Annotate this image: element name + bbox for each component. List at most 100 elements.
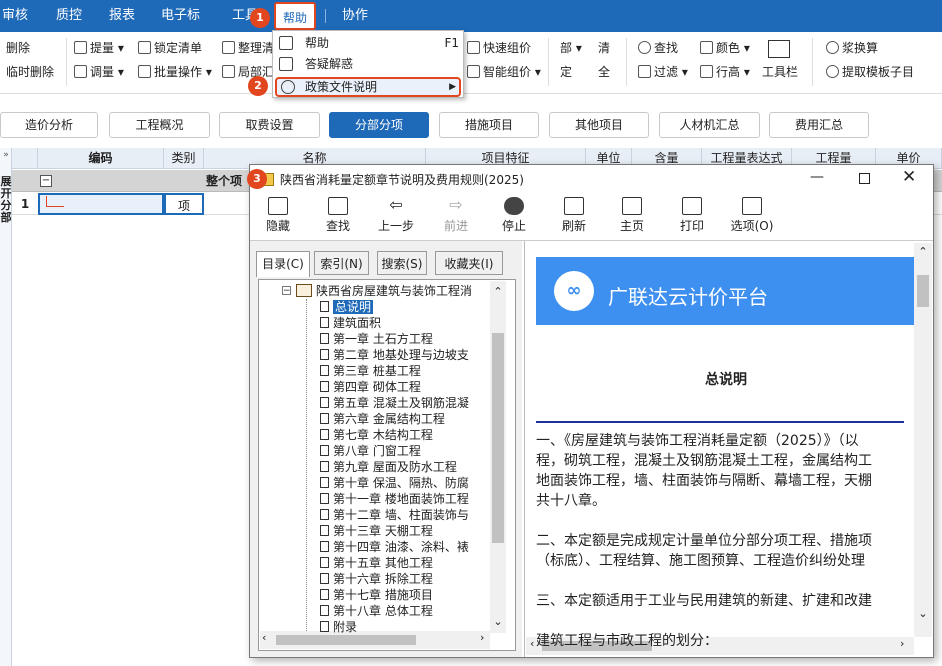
tab-project-overview[interactable]: 工程概况 bbox=[109, 112, 210, 138]
menu-dianzibiao[interactable]: 电子标 bbox=[161, 0, 200, 32]
tree-item[interactable]: 第十五章 其他工程 bbox=[320, 555, 433, 571]
tree-item[interactable]: 附录 bbox=[320, 619, 357, 635]
minimize-button[interactable]: — bbox=[810, 169, 824, 185]
options-button[interactable]: 选项(O) bbox=[724, 195, 780, 241]
tab-index[interactable]: 索引(N) bbox=[314, 251, 369, 275]
tab-items[interactable]: 分部分项 bbox=[329, 112, 429, 138]
close-button[interactable]: ✕ bbox=[902, 167, 916, 187]
expand-toggle-icon[interactable]: − bbox=[40, 175, 52, 187]
tab-other-items[interactable]: 其他项目 bbox=[549, 112, 649, 138]
refresh-button[interactable]: 刷新 bbox=[554, 195, 594, 241]
quick-price-button[interactable]: 快速组价 bbox=[467, 38, 531, 58]
type-cell[interactable]: 项 bbox=[164, 193, 204, 215]
tab-fee-summary[interactable]: 费用汇总 bbox=[769, 112, 869, 138]
local-summary-button[interactable]: 局部汇 bbox=[222, 62, 274, 82]
jiang-convert-button[interactable]: 浆换算 bbox=[826, 38, 878, 58]
tab-cost-analysis[interactable]: 造价分析 bbox=[0, 112, 98, 138]
smart-price-button[interactable]: 智能组价 ▾ bbox=[467, 62, 541, 82]
content-scroll-down-icon[interactable]: ⌄ bbox=[914, 607, 932, 620]
code-cell-selected[interactable] bbox=[38, 193, 164, 215]
tree-root[interactable]: 陕西省房屋建筑与装饰工程消 bbox=[316, 283, 472, 299]
qing-button[interactable]: 清 bbox=[598, 38, 610, 58]
tree-item-label: 第十章 保温、隔热、防腐 bbox=[333, 476, 469, 490]
tree-hscroll-thumb[interactable] bbox=[276, 635, 416, 645]
bu-button[interactable]: 部 ▾ bbox=[560, 38, 582, 58]
tab-contents[interactable]: 目录(C) bbox=[256, 251, 310, 277]
row-height-button[interactable]: 行高 ▾ bbox=[700, 62, 750, 82]
tree-item[interactable]: 第十四章 油漆、涂料、裱 bbox=[320, 539, 469, 555]
tree-item[interactable]: 第十八章 总体工程 bbox=[320, 603, 433, 619]
maximize-button[interactable] bbox=[859, 173, 870, 184]
content-scroll-right-icon[interactable]: › bbox=[900, 637, 904, 650]
tree-item[interactable]: 第三章 桩基工程 bbox=[320, 363, 421, 379]
tree-item[interactable]: 建筑面积 bbox=[320, 315, 381, 331]
forward-button[interactable]: ⇨ 前进 bbox=[436, 195, 476, 241]
quan-button[interactable]: 全 bbox=[598, 62, 610, 82]
tree-item[interactable]: 第一章 土石方工程 bbox=[320, 331, 433, 347]
content-scroll-up-icon[interactable]: ⌃ bbox=[914, 245, 932, 258]
tab-favorites[interactable]: 收藏夹(I) bbox=[435, 251, 503, 275]
options-label: 选项(O) bbox=[730, 219, 774, 233]
menu-collab[interactable]: 协作 bbox=[342, 0, 368, 32]
tree-item[interactable]: 第九章 屋面及防水工程 bbox=[320, 459, 457, 475]
tree-item[interactable]: 第六章 金属结构工程 bbox=[320, 411, 445, 427]
scroll-left-icon[interactable]: ‹ bbox=[262, 631, 266, 644]
color-label: 颜色 bbox=[716, 41, 741, 55]
tiliang-button[interactable]: 提量 ▾ bbox=[74, 38, 124, 58]
tree-item[interactable]: 第八章 门窗工程 bbox=[320, 443, 421, 459]
tab-fee-settings[interactable]: 取费设置 bbox=[219, 112, 320, 138]
tab-measures[interactable]: 措施项目 bbox=[439, 112, 539, 138]
lock-list-button[interactable]: 锁定清单 bbox=[138, 38, 202, 58]
tab-search[interactable]: 搜索(S) bbox=[377, 251, 427, 275]
tree-item[interactable]: 第五章 混凝土及钢筋混凝 bbox=[320, 395, 469, 411]
filter-button[interactable]: 过滤 ▾ bbox=[638, 62, 688, 82]
content-scroll-thumb[interactable] bbox=[917, 275, 929, 307]
tree-item[interactable]: 第二章 地基处理与边坡支 bbox=[320, 347, 469, 363]
tree-item[interactable]: 第四章 砌体工程 bbox=[320, 379, 421, 395]
hide-button[interactable]: 隐藏 bbox=[258, 195, 298, 241]
col-header-type[interactable]: 类别 bbox=[164, 148, 204, 169]
back-button[interactable]: ⇦ 上一步 bbox=[374, 195, 418, 241]
batch-op-button[interactable]: 批量操作 ▾ bbox=[138, 62, 212, 82]
tree-item[interactable]: 第十章 保温、隔热、防腐 bbox=[320, 475, 469, 491]
scroll-up-icon[interactable]: ⌃ bbox=[490, 285, 506, 298]
ding-button[interactable]: 定 bbox=[560, 62, 572, 82]
menu-shenhe[interactable]: 审核 bbox=[2, 0, 28, 32]
tree-item[interactable]: 第十七章 措施项目 bbox=[320, 587, 433, 603]
col-header-code[interactable]: 编码 bbox=[38, 148, 164, 169]
menu-baobiao[interactable]: 报表 bbox=[109, 0, 135, 32]
tree-scroll-thumb[interactable] bbox=[492, 333, 504, 543]
tree-item-label: 第七章 木结构工程 bbox=[333, 428, 433, 442]
menu-help[interactable]: 帮助 bbox=[274, 2, 316, 30]
find-button[interactable]: 查找 bbox=[638, 38, 678, 58]
home-button[interactable]: 主页 bbox=[612, 195, 652, 241]
organize-button[interactable]: 整理清 bbox=[222, 38, 274, 58]
tree-item[interactable]: 总说明 bbox=[320, 299, 374, 315]
menu-item-qa[interactable]: 答疑解惑 bbox=[273, 54, 463, 74]
temp-delete-button[interactable]: 临时删除 bbox=[6, 62, 54, 82]
scroll-right-icon[interactable]: › bbox=[480, 631, 484, 644]
content-scroll-left-icon[interactable]: ‹ bbox=[530, 637, 534, 650]
scroll-down-icon[interactable]: ⌄ bbox=[490, 615, 506, 628]
tab-labor-material[interactable]: 人材机汇总 bbox=[659, 112, 760, 138]
tree-item[interactable]: 第十六章 拆除工程 bbox=[320, 571, 433, 587]
menu-zhikong[interactable]: 质控 bbox=[56, 0, 82, 32]
toolbar-panel-button[interactable]: 工具栏 bbox=[762, 62, 798, 82]
tree-item[interactable]: 第七章 木结构工程 bbox=[320, 427, 433, 443]
stop-button[interactable]: 停止 bbox=[494, 195, 534, 241]
color-button[interactable]: 颜色 ▾ bbox=[700, 38, 750, 58]
menu-item-help[interactable]: 帮助 F1 bbox=[273, 33, 463, 53]
tree-item[interactable]: 第十三章 天棚工程 bbox=[320, 523, 433, 539]
tree-item[interactable]: 第十一章 楼地面装饰工程 bbox=[320, 491, 469, 507]
tree-collapse-icon[interactable]: − bbox=[282, 286, 291, 296]
delete-button[interactable]: 删除 bbox=[6, 38, 30, 58]
menu-item-policy-label: 政策文件说明 bbox=[305, 80, 378, 94]
row-height-label: 行高 bbox=[716, 65, 741, 79]
tree-item[interactable]: 第十二章 墙、柱面装饰与 bbox=[320, 507, 469, 523]
print-button[interactable]: 打印 bbox=[672, 195, 712, 241]
menu-item-policy[interactable]: 政策文件说明 ▶ bbox=[275, 77, 461, 97]
help-find-button[interactable]: 查找 bbox=[318, 195, 358, 241]
collapse-icon[interactable]: » bbox=[0, 150, 12, 166]
extract-template-button[interactable]: 提取模板子目 bbox=[826, 62, 914, 82]
tiaoliang-button[interactable]: 调量 ▾ bbox=[74, 62, 124, 82]
